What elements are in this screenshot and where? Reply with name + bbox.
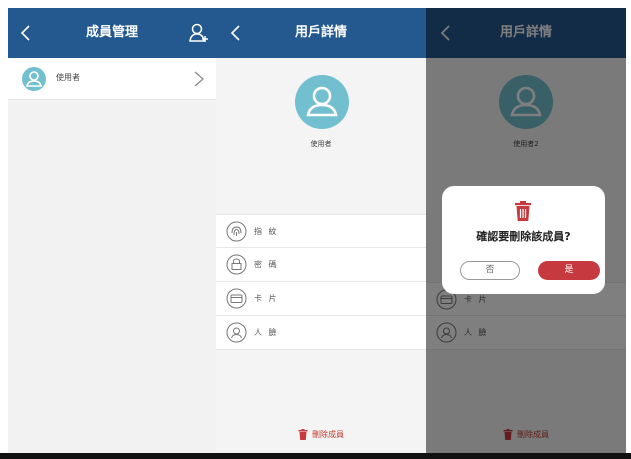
credential-item-face[interactable]: 人 臉: [216, 316, 426, 350]
confirm-dialog: 確認要刪除該成員? 否 是: [442, 186, 605, 294]
user-icon: [26, 71, 42, 87]
member-management-screen: 成員管理 使用者: [8, 8, 216, 453]
page-title: 用戶詳情: [294, 25, 347, 40]
header-bar: 成員管理: [8, 8, 216, 58]
credential-list: 指 紋 密 碼 卡 片 人 臉: [216, 214, 426, 350]
card-icon: [226, 288, 247, 309]
credential-label: 指 紋: [254, 227, 279, 236]
password-icon: [226, 254, 247, 275]
face-icon: [226, 322, 247, 343]
avatar: [295, 75, 349, 129]
avatar: [22, 67, 46, 91]
cancel-button[interactable]: 否: [460, 261, 520, 280]
trash-icon: [515, 201, 531, 221]
credential-label: 密 碼: [254, 260, 279, 269]
user-detail-screen: 用戶詳情 使用者 指 紋 密 碼 卡 片 人 臉 刪除成員: [216, 8, 426, 453]
user-name: 使用者: [310, 140, 332, 148]
trash-icon: [298, 429, 308, 440]
credential-item-fingerprint[interactable]: 指 紋: [216, 214, 426, 248]
credential-item-password[interactable]: 密 碼: [216, 248, 426, 282]
confirm-message: 確認要刪除該成員?: [476, 230, 571, 243]
credential-label: 卡 片: [254, 294, 279, 303]
member-list-item[interactable]: 使用者: [8, 58, 216, 100]
credential-label: 人 臉: [254, 328, 279, 337]
confirm-button[interactable]: 是: [538, 261, 600, 280]
delete-member-label: 刪除成員: [312, 430, 344, 439]
header-bar: 用戶詳情: [216, 8, 426, 58]
delete-confirm-screen: 用戶詳情 使用者2 卡 片 人 臉: [426, 8, 626, 453]
delete-member-button[interactable]: 刪除成員: [216, 429, 426, 440]
credential-item-card[interactable]: 卡 片: [216, 282, 426, 316]
user-icon: [306, 86, 338, 117]
add-user-icon[interactable]: [188, 22, 210, 44]
chevron-right-icon: [194, 71, 204, 87]
page-title: 成員管理: [85, 25, 138, 40]
bottom-bar: [0, 453, 631, 459]
fingerprint-icon: [226, 221, 247, 242]
member-name: 使用者: [56, 73, 80, 82]
